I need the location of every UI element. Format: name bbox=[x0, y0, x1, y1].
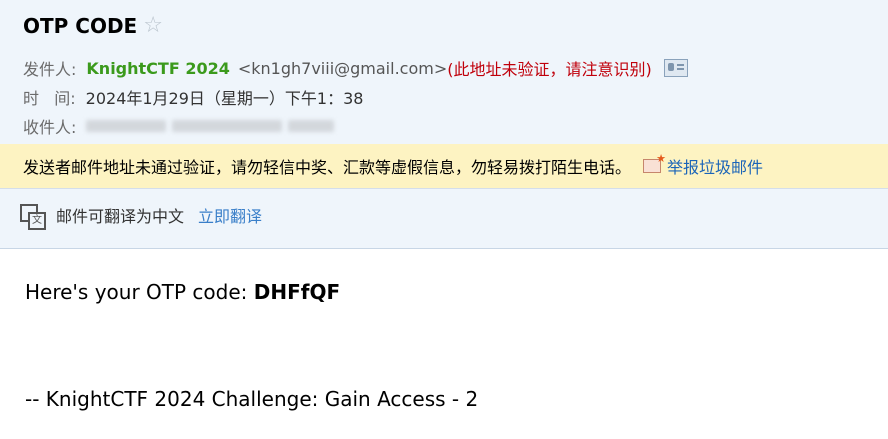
time-value: 2024年1月29日（星期一）下午1：38 bbox=[85, 89, 364, 108]
body-line-otp: Here's your OTP code: DHFfQF bbox=[25, 280, 340, 304]
translate-text: 邮件可翻译为中文 bbox=[56, 207, 185, 226]
header-divider bbox=[0, 188, 888, 189]
signature-line: -- KnightCTF 2024 Challenge: Gain Access… bbox=[25, 387, 479, 411]
otp-prefix: Here's your OTP code: bbox=[25, 280, 254, 304]
warning-text: 发送者邮件地址未通过验证，请勿轻信中奖、汇款等虚假信息，勿轻易拨打陌生电话。 bbox=[23, 158, 632, 177]
sender-name[interactable]: KnightCTF 2024 bbox=[86, 59, 229, 78]
mail-header: OTP CODE ☆ 发件人: KnightCTF 2024 <kn1gh7vi… bbox=[0, 0, 888, 249]
redacted-recipient bbox=[288, 120, 335, 132]
from-label: 发件人: bbox=[23, 60, 77, 79]
unverified-warning: (此地址未验证，请注意识别) bbox=[447, 60, 652, 79]
contact-card-icon[interactable] bbox=[663, 59, 688, 77]
translate-icon: 文 bbox=[20, 204, 46, 230]
star-outline-icon[interactable]: ☆ bbox=[143, 15, 163, 37]
mail-subject: OTP CODE bbox=[23, 14, 138, 38]
subject-row: OTP CODE ☆ bbox=[23, 14, 163, 38]
time-label: 时 间: bbox=[23, 89, 76, 108]
report-spam-link[interactable]: 举报垃圾邮件 bbox=[643, 152, 764, 178]
translate-now-link[interactable]: 立即翻译 bbox=[198, 203, 262, 227]
from-row: 发件人: KnightCTF 2024 <kn1gh7viii@gmail.co… bbox=[23, 56, 688, 80]
to-row: 收件人: bbox=[23, 114, 340, 138]
warning-bar: 发送者邮件地址未通过验证，请勿轻信中奖、汇款等虚假信息，勿轻易拨打陌生电话。 举… bbox=[0, 144, 888, 188]
otp-code: DHFfQF bbox=[253, 280, 341, 304]
time-row: 时 间: 2024年1月29日（星期一）下午1：38 bbox=[23, 85, 363, 109]
report-envelope-icon bbox=[643, 152, 666, 173]
translate-row: 文 邮件可翻译为中文 立即翻译 bbox=[20, 203, 262, 230]
redacted-recipient bbox=[172, 120, 283, 132]
redacted-recipient bbox=[86, 120, 167, 132]
sender-email: <kn1gh7viii@gmail.com> bbox=[237, 58, 448, 78]
to-label: 收件人: bbox=[23, 118, 77, 137]
report-spam-label: 举报垃圾邮件 bbox=[667, 158, 764, 177]
